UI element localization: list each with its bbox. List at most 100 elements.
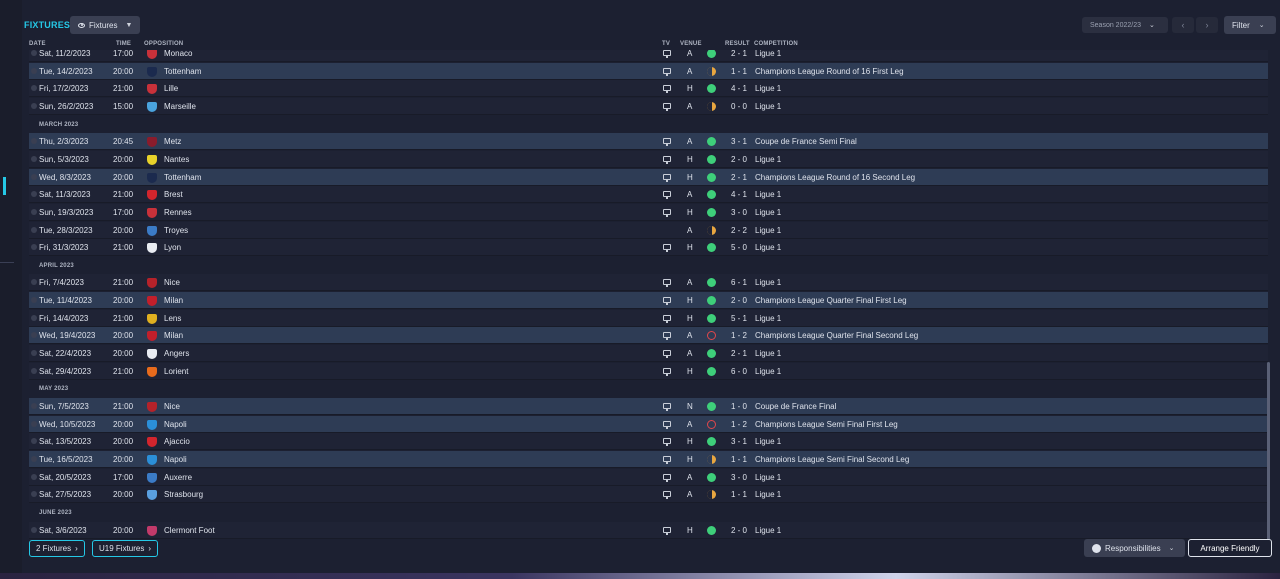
fixture-opposition[interactable]: Milan xyxy=(164,296,183,305)
fixture-opposition[interactable]: Nantes xyxy=(164,155,189,164)
fixture-competition[interactable]: Ligue 1 xyxy=(755,314,781,323)
fixture-competition[interactable]: Ligue 1 xyxy=(755,226,781,235)
fixture-opposition[interactable]: Tottenham xyxy=(164,67,201,76)
fixture-row[interactable]: Sat, 29/4/2023 21:00 Lorient H 6 - 0 Ligue 1 xyxy=(29,362,1268,380)
fixture-competition[interactable]: Champions League Semi Final First Leg xyxy=(755,420,898,429)
fixture-row[interactable]: Fri, 14/4/2023 21:00 Lens H 5 - 1 Ligue 1 xyxy=(29,309,1268,327)
fixture-result[interactable]: 2 - 2 xyxy=(731,226,747,235)
season-selector[interactable]: Season 2022/23 ⌄ xyxy=(1082,17,1168,33)
fixture-row[interactable]: Sun, 19/3/2023 17:00 Rennes H 3 - 0 Ligue 1 xyxy=(29,203,1268,221)
fixture-opposition[interactable]: Lyon xyxy=(164,243,181,252)
fixture-opposition[interactable]: Rennes xyxy=(164,208,192,217)
fixture-opposition[interactable]: Strasbourg xyxy=(164,490,203,499)
fixture-row[interactable]: Sat, 20/5/2023 17:00 Auxerre A 3 - 0 Ligue 1 xyxy=(29,468,1268,486)
fixture-competition[interactable]: Coupe de France Final xyxy=(755,402,836,411)
u19-fixtures-button[interactable]: U19 Fixtures › xyxy=(92,540,159,557)
fixture-competition[interactable]: Champions League Round of 16 First Leg xyxy=(755,67,904,76)
row-select-icon[interactable] xyxy=(31,420,37,427)
row-select-icon[interactable] xyxy=(31,491,37,498)
col-competition[interactable]: COMPETITION xyxy=(754,41,798,47)
fixture-competition[interactable]: Ligue 1 xyxy=(755,490,781,499)
fixture-opposition[interactable]: Nice xyxy=(164,278,180,287)
fixture-competition[interactable]: Ligue 1 xyxy=(755,473,781,482)
fixture-competition[interactable]: Champions League Quarter Final Second Le… xyxy=(755,331,918,340)
col-date[interactable]: DATE xyxy=(29,41,46,47)
fixture-opposition[interactable]: Milan xyxy=(164,331,183,340)
fixture-row[interactable]: Fri, 17/2/2023 21:00 Lille H 4 - 1 Ligue 1 xyxy=(29,80,1268,98)
fixture-opposition[interactable]: Monaco xyxy=(164,50,192,58)
fixture-opposition[interactable]: Lille xyxy=(164,84,178,93)
fixture-opposition[interactable]: Marseille xyxy=(164,102,196,111)
fixture-row[interactable]: Fri, 7/4/2023 21:00 Nice A 6 - 1 Ligue 1 xyxy=(29,274,1268,292)
fixture-row[interactable]: Sun, 5/3/2023 20:00 Nantes H 2 - 0 Ligue 1 xyxy=(29,150,1268,168)
col-time[interactable]: TIME xyxy=(116,41,131,47)
fixture-result[interactable]: 3 - 0 xyxy=(731,208,747,217)
fixture-result[interactable]: 2 - 0 xyxy=(731,155,747,164)
fixture-result[interactable]: 6 - 1 xyxy=(731,278,747,287)
fixture-result[interactable]: 2 - 0 xyxy=(731,296,747,305)
row-select-icon[interactable] xyxy=(31,244,37,251)
fixture-competition[interactable]: Champions League Round of 16 Second Leg xyxy=(755,173,915,182)
fixture-competition[interactable]: Ligue 1 xyxy=(755,437,781,446)
row-select-icon[interactable] xyxy=(31,85,37,92)
fixture-opposition[interactable]: Clermont Foot xyxy=(164,526,215,535)
fixture-result[interactable]: 3 - 1 xyxy=(731,437,747,446)
fixture-competition[interactable]: Ligue 1 xyxy=(755,526,781,535)
fixture-competition[interactable]: Ligue 1 xyxy=(755,278,781,287)
row-select-icon[interactable] xyxy=(31,526,37,533)
row-select-icon[interactable] xyxy=(31,279,37,286)
fixture-result[interactable]: 4 - 1 xyxy=(731,84,747,93)
row-select-icon[interactable] xyxy=(31,350,37,357)
fixture-opposition[interactable]: Nice xyxy=(164,402,180,411)
row-select-icon[interactable] xyxy=(31,226,37,233)
arrange-friendly-button[interactable]: Arrange Friendly xyxy=(1188,539,1272,557)
row-select-icon[interactable] xyxy=(31,297,37,304)
row-select-icon[interactable] xyxy=(31,191,37,198)
fixture-result[interactable]: 3 - 0 xyxy=(731,473,747,482)
fixture-competition[interactable]: Ligue 1 xyxy=(755,102,781,111)
col-opposition[interactable]: OPPOSITION xyxy=(144,41,183,47)
view-dropdown[interactable]: Fixtures ▼ xyxy=(70,16,140,34)
fixture-row[interactable]: Sun, 7/5/2023 21:00 Nice N 1 - 0 Coupe de Fra… xyxy=(29,398,1268,415)
fixture-result[interactable]: 0 - 0 xyxy=(731,102,747,111)
next-season-button[interactable]: › xyxy=(1196,17,1218,33)
row-select-icon[interactable] xyxy=(31,67,37,74)
fixture-competition[interactable]: Champions League Semi Final Second Leg xyxy=(755,455,909,464)
fixture-competition[interactable]: Champions League Quarter Final First Leg xyxy=(755,296,907,305)
row-select-icon[interactable] xyxy=(31,138,37,145)
fixture-competition[interactable]: Ligue 1 xyxy=(755,190,781,199)
fixture-competition[interactable]: Ligue 1 xyxy=(755,208,781,217)
fixture-opposition[interactable]: Napoli xyxy=(164,455,187,464)
row-select-icon[interactable] xyxy=(31,173,37,180)
fixture-row[interactable]: Sat, 22/4/2023 20:00 Angers A 2 - 1 Ligue 1 xyxy=(29,345,1268,363)
row-select-icon[interactable] xyxy=(31,314,37,321)
fixture-opposition[interactable]: Ajaccio xyxy=(164,437,190,446)
fixture-result[interactable]: 1 - 2 xyxy=(731,331,747,340)
fixture-competition[interactable]: Ligue 1 xyxy=(755,243,781,252)
fixture-opposition[interactable]: Lens xyxy=(164,314,181,323)
row-select-icon[interactable] xyxy=(31,332,37,339)
row-select-icon[interactable] xyxy=(31,50,37,56)
row-select-icon[interactable] xyxy=(31,367,37,374)
fixture-result[interactable]: 1 - 1 xyxy=(731,67,747,76)
row-select-icon[interactable] xyxy=(31,438,37,445)
col-tv[interactable]: TV xyxy=(662,41,670,47)
fixture-row[interactable]: Wed, 8/3/2023 20:00 Tottenham H 2 - 1 Champio… xyxy=(29,168,1268,186)
row-select-icon[interactable] xyxy=(31,102,37,109)
fixture-result[interactable]: 6 - 0 xyxy=(731,367,747,376)
fixture-competition[interactable]: Ligue 1 xyxy=(755,367,781,376)
fixture-result[interactable]: 5 - 0 xyxy=(731,243,747,252)
fixture-opposition[interactable]: Tottenham xyxy=(164,173,201,182)
fixture-row[interactable]: Sun, 26/2/2023 15:00 Marseille A 0 - 0 Ligue … xyxy=(29,97,1268,115)
fixture-result[interactable]: 2 - 1 xyxy=(731,173,747,182)
fixture-result[interactable]: 1 - 2 xyxy=(731,420,747,429)
row-select-icon[interactable] xyxy=(31,208,37,215)
fixture-row[interactable]: Sat, 3/6/2023 20:00 Clermont Foot H 2 - 0 Lig… xyxy=(29,521,1268,539)
fixture-result[interactable]: 3 - 1 xyxy=(731,137,747,146)
fixture-row[interactable]: Tue, 14/2/2023 20:00 Tottenham A 1 - 1 Champi… xyxy=(29,62,1268,80)
col-result[interactable]: RESULT xyxy=(725,41,750,47)
fixture-competition[interactable]: Coupe de France Semi Final xyxy=(755,137,857,146)
fixture-result[interactable]: 2 - 0 xyxy=(731,526,747,535)
fixture-result[interactable]: 5 - 1 xyxy=(731,314,747,323)
fixture-competition[interactable]: Ligue 1 xyxy=(755,50,781,58)
